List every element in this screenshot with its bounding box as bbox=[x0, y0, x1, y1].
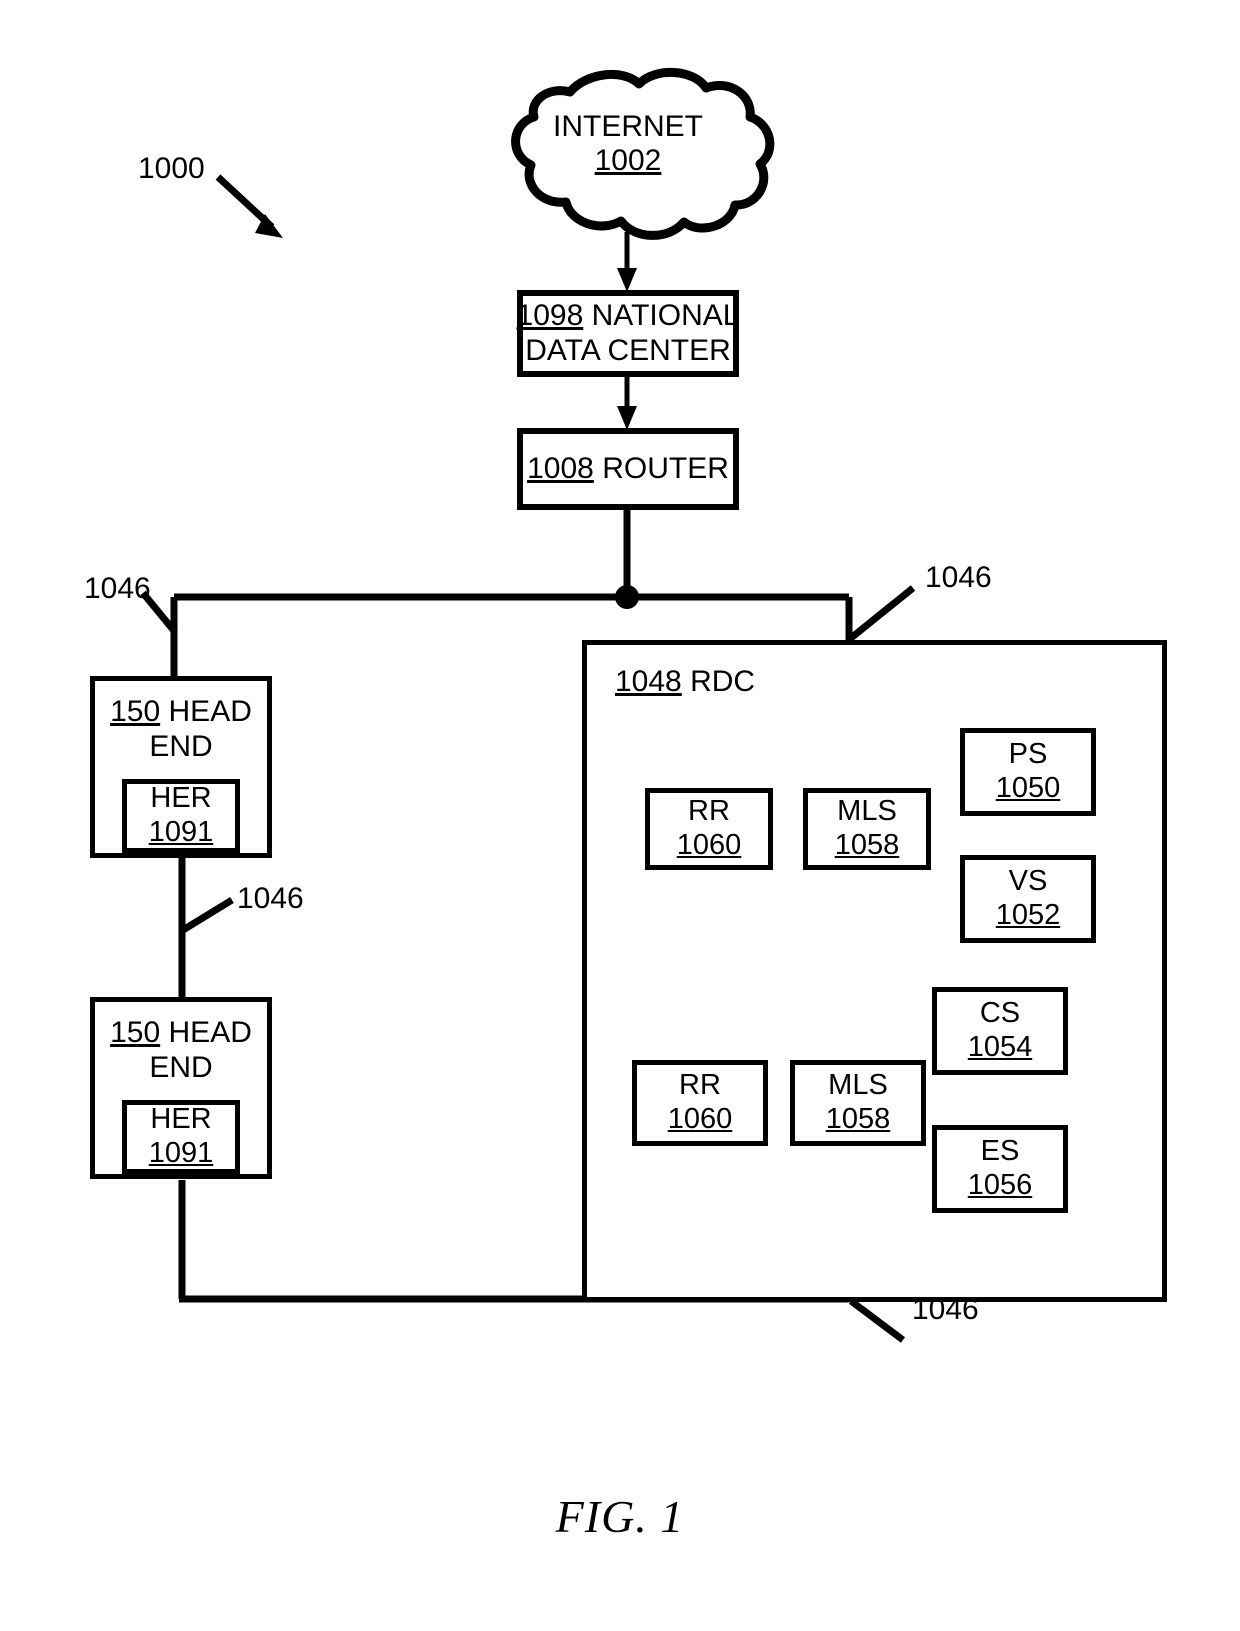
head-end-1-ref: 150 bbox=[110, 695, 161, 728]
cs-name: CS bbox=[979, 997, 1021, 1030]
es-name: ES bbox=[980, 1135, 1020, 1168]
mls-1-name: MLS bbox=[837, 795, 897, 828]
mls-1-ref: 1058 bbox=[834, 829, 900, 861]
head-end-2-name-line2: END bbox=[149, 1050, 213, 1084]
rr-2-ref: 1060 bbox=[667, 1103, 733, 1135]
rdc-title: 1048 RDC bbox=[615, 665, 755, 700]
leader-1046-top-right bbox=[848, 585, 916, 641]
her-box-2[interactable]: HER 1091 bbox=[122, 1100, 240, 1174]
system-ref-label: 1000 bbox=[138, 152, 205, 185]
leader-1046-middle bbox=[181, 897, 234, 933]
rdc-component-mls-1[interactable]: MLS 1058 bbox=[803, 788, 931, 870]
her-1-name: HER bbox=[150, 782, 212, 815]
router-ref: 1008 bbox=[527, 451, 594, 485]
internet-cloud-name: INTERNET bbox=[553, 110, 703, 143]
vs-name: VS bbox=[1008, 865, 1048, 898]
rr-1-name: RR bbox=[688, 795, 730, 828]
link-ref-1046-top-right: 1046 bbox=[925, 561, 992, 594]
her-box-1[interactable]: HER 1091 bbox=[122, 779, 240, 853]
ps-ref: 1050 bbox=[995, 772, 1061, 804]
national-data-center-box[interactable]: 1098 NATIONAL DATA CENTER bbox=[517, 290, 739, 377]
cs-ref: 1054 bbox=[967, 1031, 1033, 1063]
figure-caption: FIG. 1 bbox=[555, 1491, 685, 1542]
rdc-component-rr-2[interactable]: RR 1060 bbox=[632, 1060, 768, 1146]
head-end-box-2[interactable]: 150 HEAD END HER 1091 bbox=[90, 997, 272, 1179]
internet-cloud-ref: 1002 bbox=[594, 144, 662, 177]
rdc-component-vs[interactable]: VS 1052 bbox=[960, 855, 1096, 943]
head-end-2-title: 150 HEAD END bbox=[95, 1002, 267, 1086]
her-2-ref: 1091 bbox=[148, 1137, 214, 1169]
mls-2-ref: 1058 bbox=[825, 1103, 891, 1135]
rdc-component-rr-1[interactable]: RR 1060 bbox=[645, 788, 773, 870]
link-internet-to-ndc bbox=[617, 232, 637, 292]
her-2-name: HER bbox=[150, 1103, 212, 1136]
link-ndc-to-router bbox=[617, 376, 637, 430]
head-end-2-name: HEAD bbox=[168, 1016, 252, 1049]
es-ref: 1056 bbox=[967, 1169, 1033, 1201]
rdc-component-mls-2[interactable]: MLS 1058 bbox=[790, 1060, 926, 1146]
her-1-ref: 1091 bbox=[148, 816, 214, 848]
link-ref-1046-top-left: 1046 bbox=[84, 572, 151, 605]
rdc-name: RDC bbox=[690, 665, 756, 698]
leader-1046-bottom-right bbox=[848, 1298, 906, 1343]
ps-name: PS bbox=[1008, 738, 1048, 771]
rdc-component-cs[interactable]: CS 1054 bbox=[932, 987, 1068, 1075]
router-name: ROUTER bbox=[602, 451, 729, 485]
patent-figure: 1000 INTERNET 1002 1098 NATIONAL DATA CE… bbox=[0, 0, 1240, 1631]
head-end-box-1[interactable]: 150 HEAD END HER 1091 bbox=[90, 676, 272, 858]
head-end-2-ref: 150 bbox=[110, 1016, 161, 1049]
national-data-center-name1: NATIONAL bbox=[591, 298, 740, 332]
head-end-1-title: 150 HEAD END bbox=[95, 681, 267, 765]
rr-2-name: RR bbox=[679, 1069, 721, 1102]
national-data-center-line1: 1098 NATIONAL bbox=[517, 299, 740, 334]
router-box[interactable]: 1008 ROUTER bbox=[517, 428, 739, 510]
national-data-center-ref: 1098 bbox=[516, 298, 584, 332]
head-end-1-name: HEAD bbox=[168, 695, 252, 728]
link-ref-1046-middle: 1046 bbox=[237, 882, 304, 915]
internet-cloud-label: INTERNET 1002 bbox=[508, 110, 748, 178]
system-ref-arrow bbox=[215, 174, 283, 238]
rr-1-ref: 1060 bbox=[676, 829, 742, 861]
router-label: 1008 ROUTER bbox=[527, 452, 729, 487]
national-data-center-line2: DATA CENTER bbox=[525, 333, 731, 367]
head-end-1-name-line2: END bbox=[149, 729, 213, 763]
rdc-component-es[interactable]: ES 1056 bbox=[932, 1125, 1068, 1213]
rdc-component-ps[interactable]: PS 1050 bbox=[960, 728, 1096, 816]
vs-ref: 1052 bbox=[995, 899, 1061, 931]
mls-2-name: MLS bbox=[828, 1069, 888, 1102]
rdc-ref: 1048 bbox=[615, 665, 682, 698]
rdc-box[interactable]: 1048 RDC RR 1060 MLS 1058 PS 1050 VS 105… bbox=[582, 640, 1167, 1302]
